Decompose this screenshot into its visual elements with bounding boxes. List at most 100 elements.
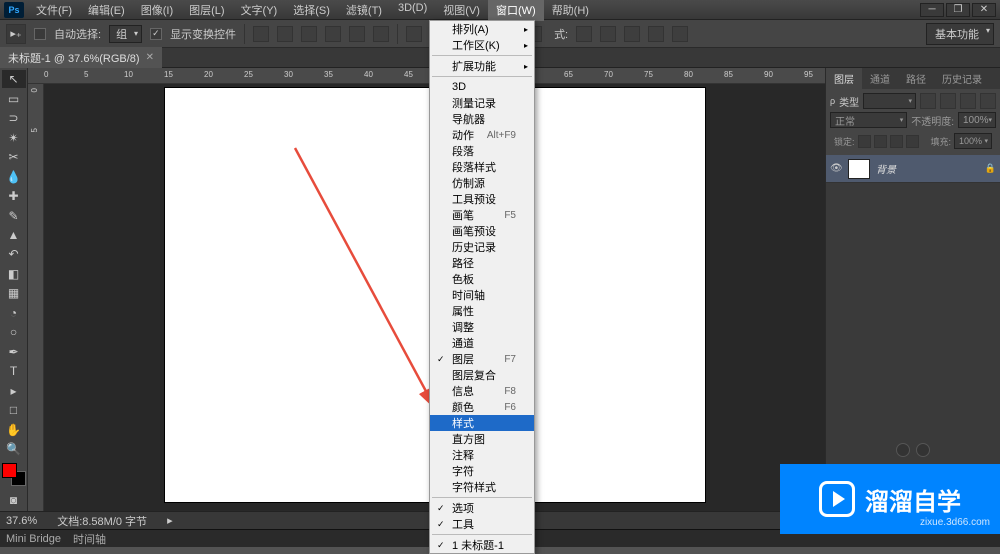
menu-item-extensions[interactable]: 扩展功能 <box>430 58 534 74</box>
hand-tool[interactable]: ✋ <box>2 420 26 438</box>
gradient-tool[interactable]: ▦ <box>2 284 26 302</box>
menu-item-character[interactable]: 字符 <box>430 463 534 479</box>
filter-icon-2[interactable] <box>940 93 956 109</box>
layer-thumbnail[interactable] <box>848 159 870 179</box>
menu-item-styles[interactable]: 样式 <box>430 415 534 431</box>
auto-select-dropdown[interactable]: 组 <box>109 25 142 43</box>
menu-image[interactable]: 图像(I) <box>133 0 181 21</box>
layers-panel-tab[interactable]: 图层 <box>826 68 862 89</box>
align-icon-4[interactable] <box>325 26 341 42</box>
menu-select[interactable]: 选择(S) <box>285 0 338 21</box>
brush-tool[interactable]: ✎ <box>2 206 26 224</box>
eyedropper-tool[interactable]: 💧 <box>2 167 26 185</box>
layer-row-background[interactable]: 👁 背景 🔒 <box>826 155 1000 183</box>
path-selection-tool[interactable]: ▸ <box>2 382 26 400</box>
blur-tool[interactable]: ◔ <box>2 304 26 322</box>
visibility-toggle-icon[interactable]: 👁 <box>830 163 842 174</box>
distribute-icon-1[interactable] <box>406 26 422 42</box>
menu-item-layers[interactable]: 图层F7 <box>430 351 534 367</box>
doc-info-chevron-icon[interactable]: ▸ <box>167 514 173 527</box>
menu-item-swatches[interactable]: 色板 <box>430 271 534 287</box>
type-tool[interactable]: T <box>2 362 26 380</box>
menu-item-channels[interactable]: 通道 <box>430 335 534 351</box>
menu-item-arrange[interactable]: 排列(A) <box>430 21 534 37</box>
lock-position-icon[interactable] <box>890 135 903 148</box>
layer-list[interactable]: 👁 背景 🔒 <box>826 155 1000 487</box>
filter-icon-4[interactable] <box>980 93 996 109</box>
menu-item-clone-source[interactable]: 仿制源 <box>430 175 534 191</box>
lock-all-icon[interactable] <box>906 135 919 148</box>
3d-mode-icon-1[interactable] <box>576 26 592 42</box>
align-icon-5[interactable] <box>349 26 365 42</box>
3d-mode-icon-3[interactable] <box>624 26 640 42</box>
eraser-tool[interactable]: ◧ <box>2 265 26 283</box>
magic-wand-tool[interactable]: ✴ <box>2 128 26 146</box>
menu-item-paragraph[interactable]: 段落 <box>430 143 534 159</box>
marquee-tool[interactable]: ▭ <box>2 89 26 107</box>
zoom-tool[interactable]: 🔍 <box>2 440 26 458</box>
restore-button[interactable]: ❐ <box>946 3 970 17</box>
auto-select-checkbox[interactable] <box>34 28 46 40</box>
menu-item-paragraph-styles[interactable]: 段落样式 <box>430 159 534 175</box>
menu-item-history[interactable]: 历史记录 <box>430 239 534 255</box>
lock-icon[interactable]: 🔒 <box>985 163 996 174</box>
clone-stamp-tool[interactable]: ▲ <box>2 226 26 244</box>
menu-item-brush-presets[interactable]: 画笔预设 <box>430 223 534 239</box>
align-icon-6[interactable] <box>373 26 389 42</box>
opacity-input[interactable]: 100% <box>958 112 996 128</box>
menu-file[interactable]: 文件(F) <box>28 0 80 21</box>
document-info[interactable]: 文档:8.58M/0 字节 <box>57 513 147 529</box>
menu-view[interactable]: 视图(V) <box>435 0 488 21</box>
menu-item-measure[interactable]: 测量记录 <box>430 95 534 111</box>
crop-tool[interactable]: ✂ <box>2 148 26 166</box>
vertical-ruler[interactable]: 05 <box>28 84 44 511</box>
menu-item-adjustments[interactable]: 调整 <box>430 319 534 335</box>
move-tool-icon[interactable]: ▸₊ <box>6 24 26 44</box>
menu-item-workspace[interactable]: 工作区(K) <box>430 37 534 53</box>
align-icon-1[interactable] <box>253 26 269 42</box>
menu-item-layer-comps[interactable]: 图层复合 <box>430 367 534 383</box>
pen-tool[interactable]: ✒ <box>2 343 26 361</box>
menu-item-actions[interactable]: 动作Alt+F9 <box>430 127 534 143</box>
healing-brush-tool[interactable]: ✚ <box>2 187 26 205</box>
menu-item-tools[interactable]: 工具 <box>430 516 534 532</box>
menu-layer[interactable]: 图层(L) <box>181 0 232 21</box>
menu-type[interactable]: 文字(Y) <box>233 0 286 21</box>
menu-item-character-styles[interactable]: 字符样式 <box>430 479 534 495</box>
lock-pixels-icon[interactable] <box>874 135 887 148</box>
horizontal-ruler[interactable]: 05101520253035404550556065707580859095 <box>28 68 825 84</box>
menu-edit[interactable]: 编辑(E) <box>80 0 133 21</box>
menu-item-properties[interactable]: 属性 <box>430 303 534 319</box>
history-panel-tab[interactable]: 历史记录 <box>934 68 990 89</box>
menu-item-info[interactable]: 信息F8 <box>430 383 534 399</box>
filter-icon-1[interactable] <box>920 93 936 109</box>
move-tool[interactable]: ↖ <box>2 70 26 88</box>
menu-item-histogram[interactable]: 直方图 <box>430 431 534 447</box>
blend-mode-dropdown[interactable]: 正常 <box>830 112 907 128</box>
fill-input[interactable]: 100% <box>954 133 992 149</box>
zoom-level[interactable]: 37.6% <box>6 515 37 527</box>
dodge-tool[interactable]: ○ <box>2 323 26 341</box>
minimize-button[interactable]: ─ <box>920 3 944 17</box>
3d-mode-icon-2[interactable] <box>600 26 616 42</box>
menu-filter[interactable]: 滤镜(T) <box>338 0 390 21</box>
menu-item-doc1[interactable]: 1 未标题-1 <box>430 537 534 553</box>
menu-item-color[interactable]: 颜色F6 <box>430 399 534 415</box>
lock-transparency-icon[interactable] <box>858 135 871 148</box>
menu-item-3d[interactable]: 3D <box>430 79 534 95</box>
menu-help[interactable]: 帮助(H) <box>544 0 597 21</box>
menu-item-navigator[interactable]: 导航器 <box>430 111 534 127</box>
document-tab[interactable]: 未标题-1 @ 37.6%(RGB/8) ✕ <box>0 47 162 69</box>
menu-item-paths[interactable]: 路径 <box>430 255 534 271</box>
filter-icon-3[interactable] <box>960 93 976 109</box>
rectangle-tool[interactable]: □ <box>2 401 26 419</box>
menu-3d[interactable]: 3D(D) <box>390 0 435 21</box>
paths-panel-tab[interactable]: 路径 <box>898 68 934 89</box>
layer-filter-dropdown[interactable] <box>863 93 916 109</box>
channels-panel-tab[interactable]: 通道 <box>862 68 898 89</box>
3d-mode-icon-5[interactable] <box>672 26 688 42</box>
align-icon-3[interactable] <box>301 26 317 42</box>
align-icon-2[interactable] <box>277 26 293 42</box>
color-swatches[interactable] <box>2 463 26 485</box>
close-button[interactable]: ✕ <box>972 3 996 17</box>
